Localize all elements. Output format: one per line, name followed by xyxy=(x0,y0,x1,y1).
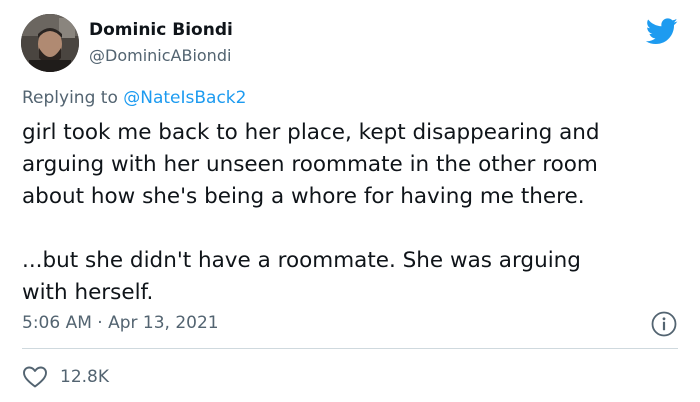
replying-to: Replying to @NateIsBack2 xyxy=(22,88,246,108)
replying-to-label: Replying to xyxy=(22,88,124,108)
divider xyxy=(22,348,678,349)
heart-icon[interactable] xyxy=(22,365,48,389)
tweet-timestamp[interactable]: 5:06 AM · Apr 13, 2021 xyxy=(22,313,219,333)
tweet-text-line: about how she's being a whore for having… xyxy=(22,184,585,209)
like-count: 12.8K xyxy=(60,367,109,387)
display-name[interactable]: Dominic Biondi xyxy=(89,20,233,40)
avatar-photo xyxy=(21,14,79,72)
tweet-text: girl took me back to her place, kept dis… xyxy=(22,117,682,309)
twitter-bird-icon[interactable] xyxy=(646,18,678,45)
reply-mention-link[interactable]: @NateIsBack2 xyxy=(123,88,246,108)
tweet-text-line: ...but she didn't have a roommate. She w… xyxy=(22,248,581,273)
info-icon[interactable] xyxy=(651,311,677,337)
tweet-text-line: girl took me back to her place, kept dis… xyxy=(22,120,600,145)
like-button[interactable]: 12.8K xyxy=(22,364,109,390)
tweet-card: Dominic Biondi @DominicABiondi Replying … xyxy=(0,0,700,402)
user-handle[interactable]: @DominicABiondi xyxy=(89,46,231,65)
avatar[interactable] xyxy=(21,14,79,72)
tweet-text-line: with herself. xyxy=(22,280,154,305)
tweet-text-line: arguing with her unseen roommate in the … xyxy=(22,152,598,177)
